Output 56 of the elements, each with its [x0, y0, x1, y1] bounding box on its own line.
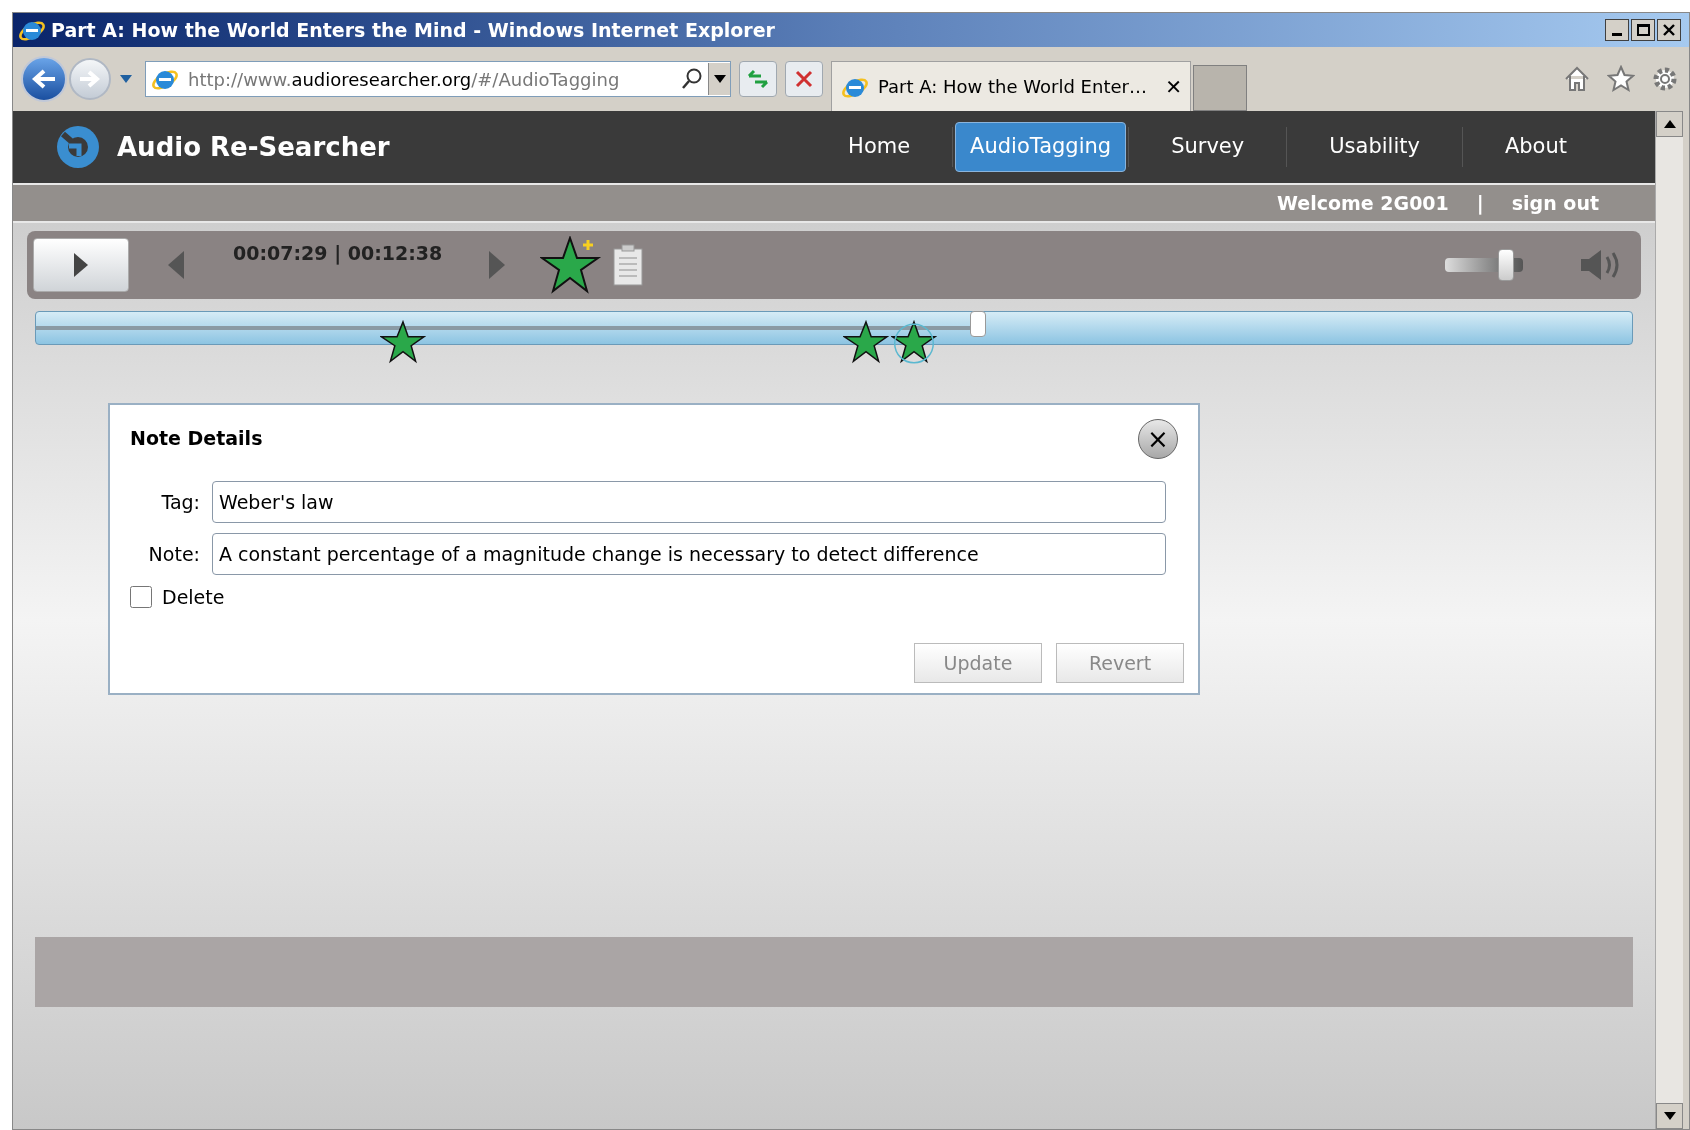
arrow-left-icon	[31, 68, 57, 90]
nav-tab[interactable]: Usability	[1289, 122, 1460, 172]
welcome-text: Welcome 2G001	[1277, 190, 1449, 216]
volume-slider[interactable]	[1445, 249, 1523, 281]
arrow-right-icon	[78, 69, 102, 89]
star-icon[interactable]	[1607, 65, 1635, 93]
url-text: http://www.audioresearcher.org/#/AudioTagging	[188, 67, 620, 92]
nav-tab[interactable]: Home	[808, 122, 951, 172]
separator: |	[1476, 190, 1484, 217]
timeline-thumb[interactable]	[969, 311, 986, 337]
timeline-track[interactable]	[35, 311, 1633, 345]
address-dropdown-button[interactable]	[708, 63, 730, 95]
refresh-arrows-icon	[746, 68, 770, 90]
add-star-icon[interactable]	[540, 236, 603, 294]
field-label: Tag:	[160, 489, 201, 515]
clipboard-icon[interactable]	[612, 243, 645, 287]
caret-down-icon	[713, 75, 726, 83]
star-marker-icon[interactable]	[379, 319, 426, 365]
close-icon	[795, 70, 813, 88]
delete-label: Delete	[162, 585, 225, 610]
text-field[interactable]: A constant percentage of a magnitude change is necessary to detect difference	[212, 533, 1166, 575]
dropdown-icon[interactable]	[119, 74, 133, 84]
close-button[interactable]: ×	[1138, 419, 1178, 459]
play-button[interactable]	[33, 238, 129, 292]
volume-thumb[interactable]	[1497, 249, 1514, 281]
text-field[interactable]: Weber's law	[212, 481, 1166, 523]
refresh-button[interactable]	[739, 61, 777, 97]
delete-checkbox[interactable]	[130, 586, 152, 609]
back-button[interactable]	[21, 56, 67, 102]
dialog-title: Note Details	[130, 425, 263, 451]
close-button[interactable]	[1657, 19, 1681, 41]
minimize-button[interactable]	[1605, 19, 1629, 41]
star-marker-icon[interactable]	[890, 319, 937, 365]
search-icon[interactable]	[680, 67, 704, 91]
logo-icon	[55, 124, 101, 170]
field-label: Note:	[147, 541, 201, 567]
scroll-down-icon[interactable]	[1663, 1112, 1676, 1120]
star-marker-icon[interactable]	[842, 319, 889, 365]
maximize-button[interactable]	[1631, 19, 1655, 41]
tab-close-button[interactable]: ✕	[1165, 71, 1182, 102]
settings-icon[interactable]	[1651, 65, 1679, 93]
play-icon	[73, 252, 89, 278]
scroll-up-icon[interactable]	[1663, 120, 1676, 128]
window-title: Part A: How the World Enters the Mind - Windows Internet Explorer	[51, 17, 775, 43]
nav-tab[interactable]: AudioTagging	[955, 122, 1127, 172]
time-display: 00:07:29 | 00:12:38	[233, 241, 443, 267]
address-field[interactable]: http://www.audioresearcher.org/#/AudioTagging	[145, 61, 731, 97]
stop-button[interactable]	[785, 61, 823, 97]
site-name: Audio Re-Searcher	[117, 130, 390, 164]
home-icon[interactable]	[1563, 65, 1591, 93]
browser-tab[interactable]: Part A: How the World Enter… ✕	[831, 61, 1191, 111]
nav-tab[interactable]: About	[1464, 122, 1607, 172]
close-icon	[1663, 24, 1675, 36]
tab-title: Part A: How the World Enter…	[878, 75, 1147, 99]
scrollbar[interactable]	[1655, 111, 1683, 1129]
nav-tab[interactable]: Survey	[1131, 122, 1285, 172]
